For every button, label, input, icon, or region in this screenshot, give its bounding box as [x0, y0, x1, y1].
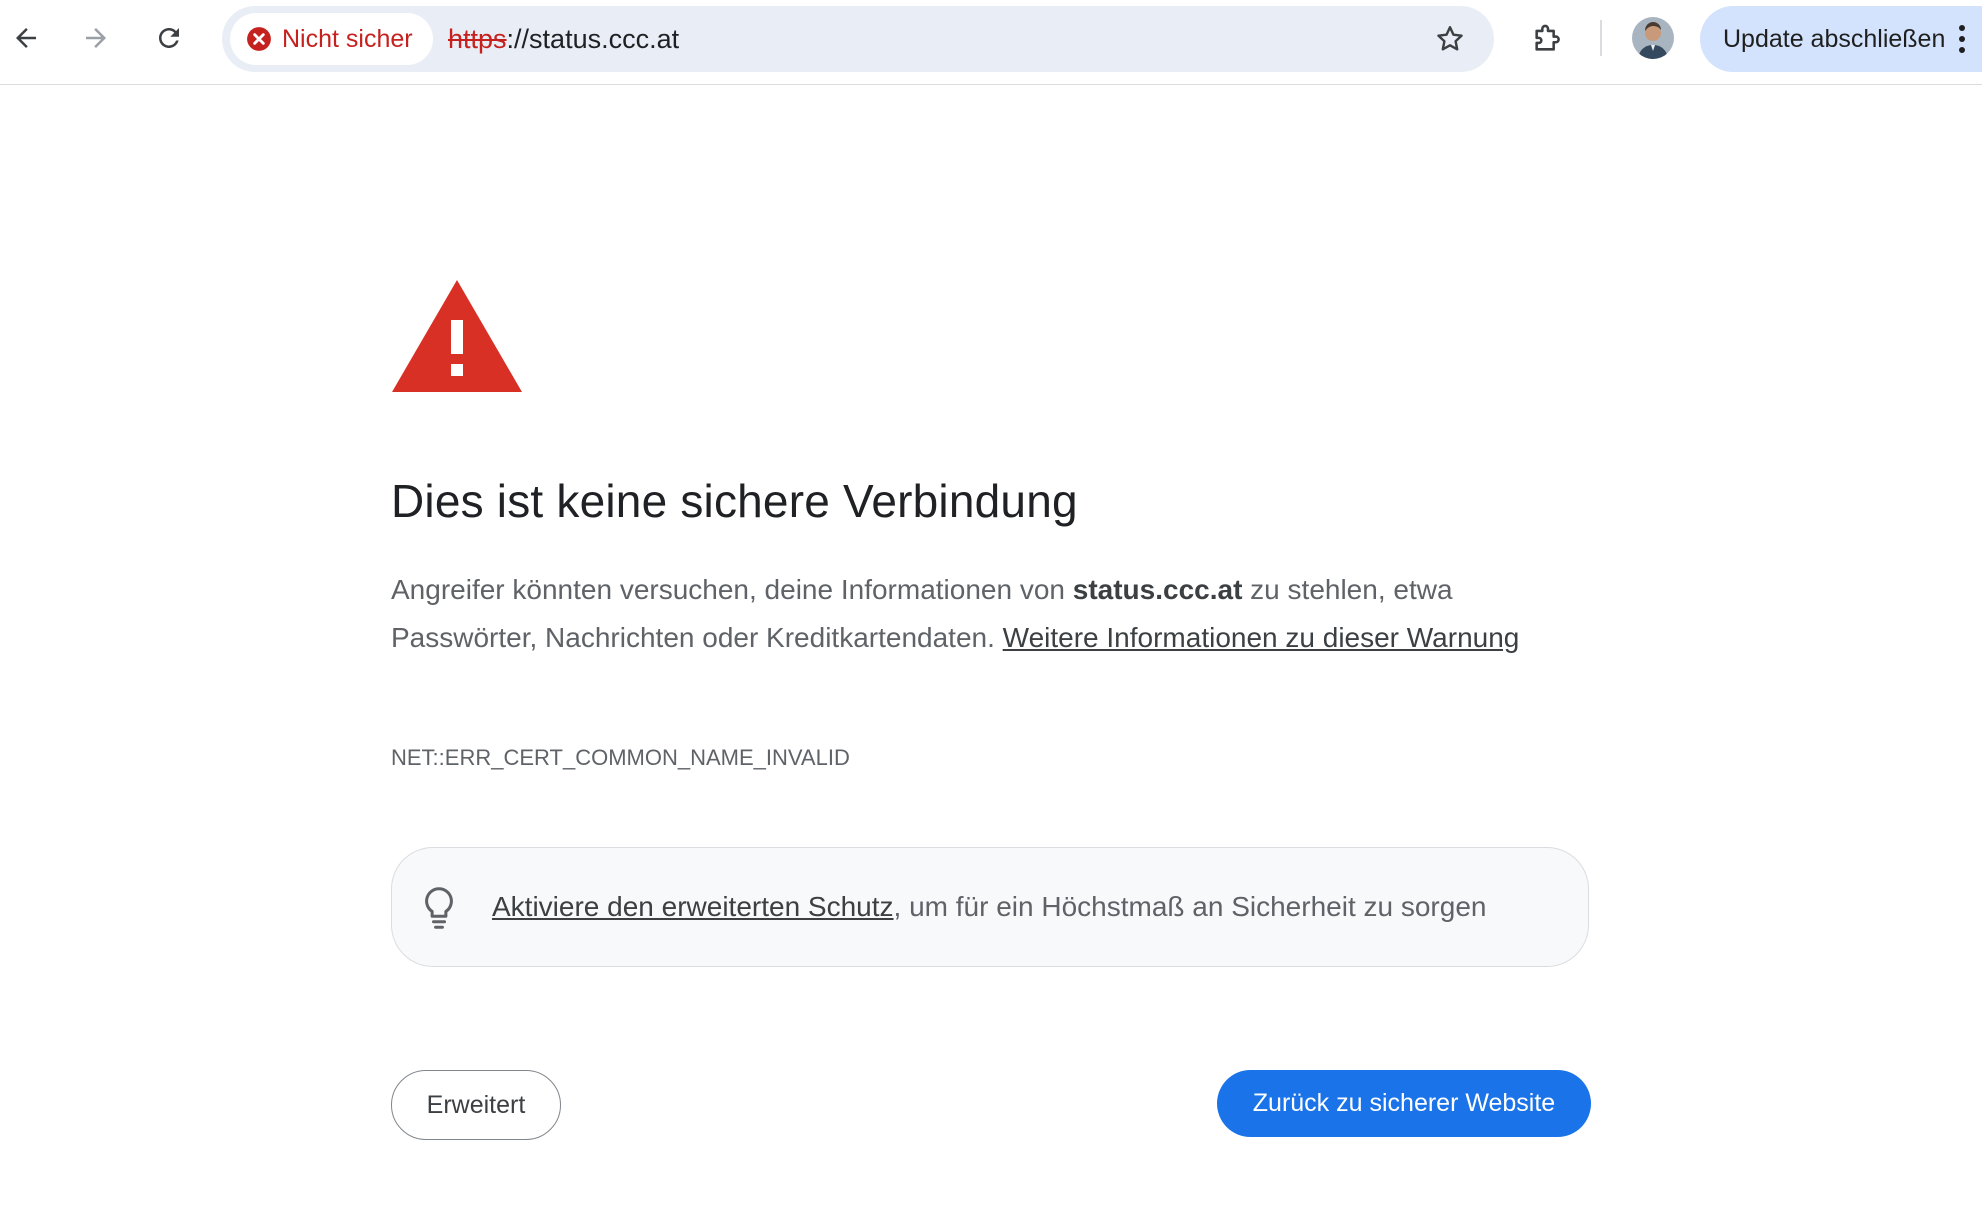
arrow-right-icon: [86, 28, 106, 48]
reload-button[interactable]: [145, 14, 193, 62]
kebab-menu-icon[interactable]: [1959, 25, 1966, 53]
enhanced-protection-promo: Aktiviere den erweiterten Schutz, um für…: [391, 847, 1589, 967]
browser-toolbar: Nicht sicher https://status.ccc.at Updat…: [0, 0, 1982, 85]
update-button-label: Update abschließen: [1723, 24, 1946, 53]
hostname: status.ccc.at: [1072, 574, 1243, 605]
url-scheme: https: [448, 23, 507, 54]
security-chip-label: Nicht sicher: [282, 24, 413, 53]
enhanced-protection-suffix: , um für ein Höchstmaß an Sicherheit zu …: [893, 891, 1487, 922]
lightbulb-icon: [425, 887, 453, 929]
warning-triangle-icon: [392, 280, 522, 392]
url-text[interactable]: https://status.ccc.at: [448, 6, 679, 72]
advanced-button[interactable]: Erweitert: [391, 1070, 561, 1140]
back-button[interactable]: [2, 14, 50, 62]
forward-button[interactable]: [72, 14, 120, 62]
reload-icon: [159, 28, 179, 48]
bookmark-button[interactable]: [1426, 15, 1474, 63]
security-indicator-chip[interactable]: Nicht sicher: [230, 13, 433, 65]
update-button[interactable]: Update abschließen: [1700, 6, 1982, 72]
error-code: NET::ERR_CERT_COMMON_NAME_INVALID: [391, 745, 850, 770]
explanation-part-1: Angreifer könnten versuchen, deine Infor…: [391, 574, 1073, 605]
puzzle-icon: [1535, 24, 1560, 51]
avatar[interactable]: [1632, 17, 1674, 59]
explanation-text: Angreifer könnten versuchen, deine Infor…: [391, 566, 1591, 662]
toolbar-divider: [1600, 20, 1602, 56]
star-icon: [1437, 26, 1463, 51]
enhanced-protection-link[interactable]: Aktiviere den erweiterten Schutz: [492, 891, 894, 923]
enhanced-protection-text: Aktiviere den erweiterten Schutz, um für…: [492, 848, 1486, 966]
extensions-button[interactable]: [1524, 14, 1572, 62]
profile-avatar-icon: [1632, 17, 1674, 59]
back-to-safety-button[interactable]: Zurück zu sicherer Website: [1217, 1070, 1591, 1137]
error-circle-icon: [247, 27, 271, 51]
arrow-left-icon: [16, 28, 36, 48]
url-host: ://status.ccc.at: [506, 23, 680, 54]
learn-more-link[interactable]: Weitere Informationen zu dieser Warnung: [1003, 622, 1520, 653]
address-bar[interactable]: Nicht sicher https://status.ccc.at: [222, 6, 1494, 72]
page-title: Dies ist keine sichere Verbindung: [391, 475, 1078, 527]
